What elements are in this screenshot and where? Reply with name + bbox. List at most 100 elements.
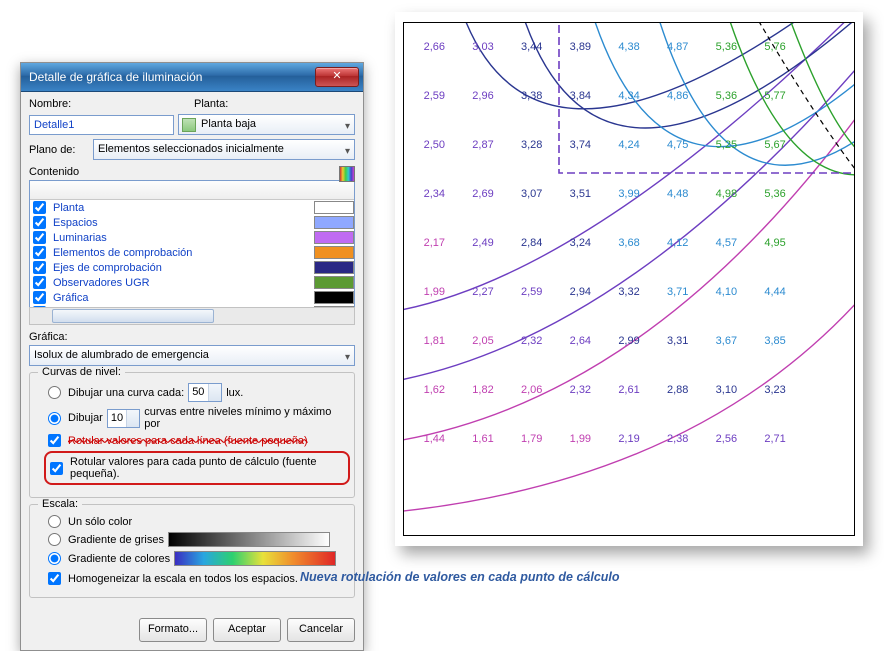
value-cell: 4,75 bbox=[653, 139, 702, 188]
value-cell: 3,68 bbox=[605, 237, 654, 286]
value-row: 2,502,873,283,744,244,755,255,67 bbox=[410, 139, 848, 188]
value-cell: 2,59 bbox=[410, 90, 459, 139]
value-cell: 2,34 bbox=[410, 188, 459, 237]
radio-cada-label-b: lux. bbox=[226, 387, 243, 399]
planta-dropdown[interactable]: Planta baja bbox=[178, 114, 355, 135]
palette-icon[interactable] bbox=[339, 166, 355, 182]
value-row: 1,992,272,592,943,323,714,104,44 bbox=[410, 286, 848, 335]
contenido-row[interactable]: Ejes de comprobación bbox=[30, 260, 354, 275]
chart-preview: 2,663,033,443,894,384,875,365,762,592,96… bbox=[395, 12, 863, 546]
value-cell: 1,99 bbox=[410, 286, 459, 335]
value-cell: 2,17 bbox=[410, 237, 459, 286]
radio-entre-label-b: curvas entre niveles mínimo y máximo por bbox=[144, 406, 346, 430]
contenido-row[interactable]: Luminarias bbox=[30, 230, 354, 245]
value-cell: 3,31 bbox=[653, 335, 702, 384]
contenido-item-label: Observadores UGR bbox=[53, 277, 150, 289]
plano-label: Plano de: bbox=[29, 144, 89, 156]
value-cell: 2,59 bbox=[507, 286, 556, 335]
value-cell: 4,10 bbox=[702, 286, 751, 335]
contenido-label: Contenido bbox=[29, 166, 355, 178]
value-cell: 3,51 bbox=[556, 188, 605, 237]
value-cell bbox=[799, 384, 848, 433]
value-cell bbox=[799, 433, 848, 482]
value-cell: 4,57 bbox=[702, 237, 751, 286]
color-swatch[interactable] bbox=[314, 216, 354, 229]
scrollbar-thumb[interactable] bbox=[52, 309, 214, 323]
contenido-item-label: Elementos de comprobación bbox=[53, 247, 192, 259]
value-cell: 2,84 bbox=[507, 237, 556, 286]
radio-un-color[interactable] bbox=[48, 515, 61, 528]
contenido-list[interactable]: Planta Espacios Luminarias Elementos de com… bbox=[29, 180, 355, 308]
value-cell bbox=[556, 482, 605, 531]
radio-curva-cada[interactable] bbox=[48, 386, 61, 399]
value-cell: 2,38 bbox=[653, 433, 702, 482]
value-cell: 4,98 bbox=[702, 188, 751, 237]
plano-dropdown[interactable]: Elementos seleccionados inicialmente bbox=[93, 139, 355, 160]
contenido-checkbox[interactable] bbox=[33, 276, 46, 289]
contenido-item-label: Luminarias bbox=[53, 232, 107, 244]
contenido-item-label: Espacios bbox=[53, 217, 98, 229]
contenido-row[interactable]: Gráfica bbox=[30, 290, 354, 305]
contenido-row[interactable]: Espacios bbox=[30, 215, 354, 230]
nombre-label: Nombre: bbox=[29, 98, 190, 110]
contenido-checkbox[interactable] bbox=[33, 291, 46, 304]
value-cell bbox=[799, 90, 848, 139]
value-cell: 3,03 bbox=[459, 41, 508, 90]
color-swatch[interactable] bbox=[314, 291, 354, 304]
value-cell: 5,36 bbox=[702, 90, 751, 139]
value-cell bbox=[799, 482, 848, 531]
value-cell bbox=[410, 482, 459, 531]
radio-curva-entre[interactable] bbox=[48, 412, 61, 425]
checkbox-homogeneizar[interactable] bbox=[48, 572, 61, 585]
value-cell: 1,61 bbox=[459, 433, 508, 482]
contenido-checkbox[interactable] bbox=[33, 231, 46, 244]
value-cell: 5,36 bbox=[751, 188, 800, 237]
radio-un-color-label: Un sólo color bbox=[68, 516, 132, 528]
color-swatch[interactable] bbox=[314, 201, 354, 214]
value-cell: 2,66 bbox=[410, 41, 459, 90]
value-cell: 3,24 bbox=[556, 237, 605, 286]
contenido-checkbox[interactable] bbox=[33, 246, 46, 259]
contenido-row[interactable]: Observadores UGR bbox=[30, 275, 354, 290]
contenido-checkbox[interactable] bbox=[33, 201, 46, 214]
spin-entre[interactable]: 10 bbox=[107, 409, 140, 428]
value-cell: 3,85 bbox=[751, 335, 800, 384]
value-cell: 3,07 bbox=[507, 188, 556, 237]
aceptar-button[interactable]: Aceptar bbox=[213, 618, 281, 642]
color-swatch[interactable] bbox=[314, 231, 354, 244]
gradient-color-swatch bbox=[174, 551, 336, 566]
contenido-item-label: Gráfica bbox=[53, 292, 88, 304]
contenido-row[interactable]: Elementos de comprobación bbox=[30, 245, 354, 260]
contenido-checkbox[interactable] bbox=[33, 216, 46, 229]
nombre-input[interactable] bbox=[29, 115, 174, 135]
value-cell: 4,24 bbox=[605, 139, 654, 188]
value-cell bbox=[702, 482, 751, 531]
color-swatch[interactable] bbox=[314, 246, 354, 259]
window-title: Detalle de gráfica de iluminación bbox=[29, 70, 202, 84]
close-icon[interactable]: ✕ bbox=[315, 67, 359, 87]
value-cell bbox=[799, 286, 848, 335]
spin-cada[interactable]: 50 bbox=[188, 383, 222, 402]
radio-colores-label: Gradiente de colores bbox=[68, 553, 170, 565]
contenido-checkbox[interactable] bbox=[33, 261, 46, 274]
value-cell bbox=[751, 482, 800, 531]
formato-button[interactable]: Formato... bbox=[139, 618, 207, 642]
value-cell: 4,34 bbox=[605, 90, 654, 139]
dialog-body: Nombre: Planta: Planta baja Plano de: El… bbox=[21, 92, 363, 608]
highlight-rotular-punto: Rotular valores para cada punto de cálcu… bbox=[44, 451, 350, 485]
contenido-row[interactable]: Planta bbox=[30, 200, 354, 215]
checkbox-rotular-linea[interactable] bbox=[48, 434, 61, 447]
checkbox-rotular-punto[interactable] bbox=[50, 462, 63, 475]
color-swatch[interactable] bbox=[314, 276, 354, 289]
cancelar-button[interactable]: Cancelar bbox=[287, 618, 355, 642]
color-swatch[interactable] bbox=[314, 261, 354, 274]
scrollbar-horizontal[interactable] bbox=[29, 307, 355, 325]
value-cell: 2,61 bbox=[605, 384, 654, 433]
radio-colores[interactable] bbox=[48, 552, 61, 565]
curvas-group: Curvas de nivel: Dibujar una curva cada:… bbox=[29, 372, 355, 498]
grafica-dropdown[interactable]: Isolux de alumbrado de emergencia bbox=[29, 345, 355, 366]
value-cell: 4,86 bbox=[653, 90, 702, 139]
radio-grises[interactable] bbox=[48, 533, 61, 546]
value-cell: 2,27 bbox=[459, 286, 508, 335]
value-cell: 1,82 bbox=[459, 384, 508, 433]
